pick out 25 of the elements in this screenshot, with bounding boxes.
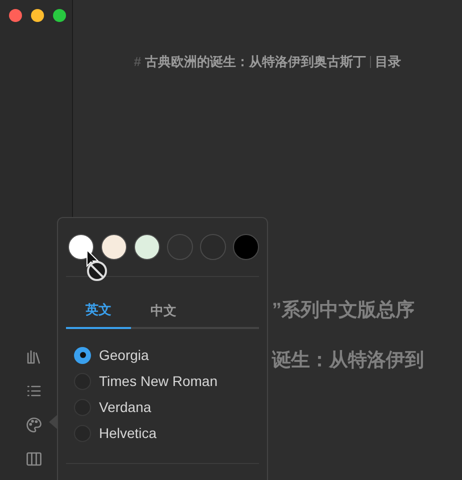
document-title: 古典欧洲的诞生：从特洛伊到奥古斯丁 [145, 53, 366, 71]
zoom-button[interactable] [53, 9, 66, 22]
heading-mark: # [134, 53, 142, 71]
body-text: 诞生：从特洛伊到 [272, 350, 425, 372]
font-option[interactable]: Verdana [99, 396, 152, 418]
books-icon[interactable] [25, 348, 43, 366]
color-swatch[interactable] [233, 234, 259, 260]
color-swatch[interactable] [134, 234, 160, 260]
color-swatch[interactable] [167, 234, 193, 260]
section-title: 目录 [375, 53, 402, 71]
minimize-button[interactable] [31, 9, 44, 22]
palette-icon[interactable] [25, 416, 43, 434]
color-swatch[interactable] [68, 234, 94, 260]
font-option[interactable]: Times New Roman [99, 370, 218, 392]
font-option[interactable]: Georgia [99, 344, 149, 366]
color-swatch[interactable] [200, 234, 226, 260]
body-text: ”系列中文版总序 [272, 300, 416, 322]
language-tab[interactable]: 中文 [131, 293, 196, 329]
columns-icon[interactable] [25, 450, 43, 468]
color-swatch[interactable] [101, 234, 127, 260]
language-tab[interactable]: 英文 [66, 293, 131, 329]
close-button[interactable] [9, 9, 22, 22]
font-option[interactable]: Helvetica [99, 422, 157, 444]
cursor-icon [85, 249, 109, 283]
radio-button[interactable] [74, 346, 91, 364]
